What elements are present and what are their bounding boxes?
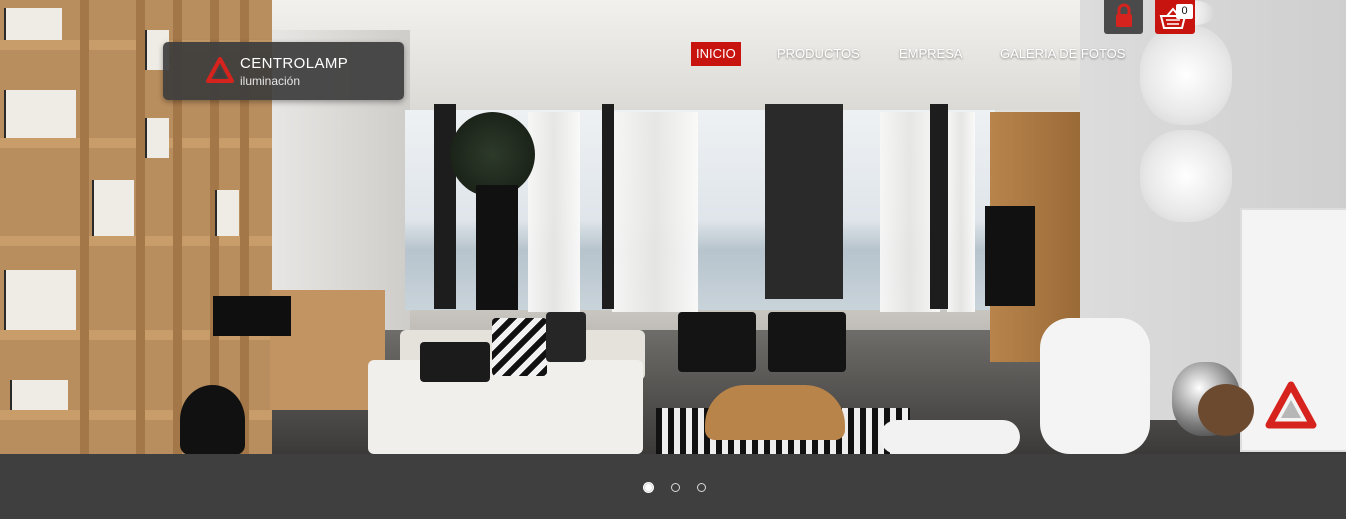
decor-ball — [1198, 384, 1254, 436]
centrolamp-logo-icon — [205, 56, 235, 91]
cushion — [492, 318, 547, 376]
books — [145, 118, 169, 158]
nav-item-galeria-de-fotos[interactable]: GALERIA DE FOTOS — [1000, 42, 1125, 66]
chair — [678, 312, 756, 372]
slider-dot-1[interactable] — [644, 483, 653, 492]
cushion — [420, 342, 490, 382]
books — [4, 90, 76, 138]
curtain — [612, 112, 698, 312]
ottoman — [880, 420, 1020, 454]
curtain — [528, 112, 580, 312]
pillar — [434, 104, 456, 309]
nav-item-empresa[interactable]: EMPRESA — [899, 42, 963, 66]
lock-icon — [1114, 3, 1134, 34]
television — [985, 206, 1035, 306]
shelf-divider — [136, 0, 145, 454]
dog — [705, 385, 845, 440]
chandelier — [1140, 25, 1232, 125]
books — [215, 190, 239, 236]
brand-name: CENTROLAMP — [240, 55, 349, 72]
slider-dot-3[interactable] — [697, 483, 706, 492]
brand-logo[interactable]: CENTROLAMP iluminación — [163, 42, 404, 100]
cart-count-badge: 0 — [1176, 4, 1193, 19]
dark-wall-panel — [765, 104, 843, 299]
curtain — [947, 112, 975, 312]
chair — [768, 312, 846, 372]
slider-dot-2[interactable] — [671, 483, 680, 492]
shelf-divider — [80, 0, 89, 454]
books — [92, 180, 134, 236]
pillar — [602, 104, 614, 309]
plant-pot — [476, 185, 518, 310]
nav-item-inicio[interactable]: INICIO — [691, 42, 741, 66]
books — [10, 380, 68, 410]
nav-item-productos[interactable]: PRODUCTOS — [777, 42, 860, 66]
cushion — [546, 312, 586, 362]
chandelier — [1140, 130, 1232, 222]
brand-tagline: iluminación — [240, 74, 301, 88]
books — [4, 270, 76, 330]
side-table — [180, 385, 245, 454]
books — [4, 8, 62, 40]
login-button[interactable] — [1104, 0, 1143, 34]
pillar — [930, 104, 948, 309]
centrolamp-watermark-icon — [1264, 380, 1318, 439]
table-lamp — [213, 296, 291, 336]
lounge-chair — [1040, 318, 1150, 454]
